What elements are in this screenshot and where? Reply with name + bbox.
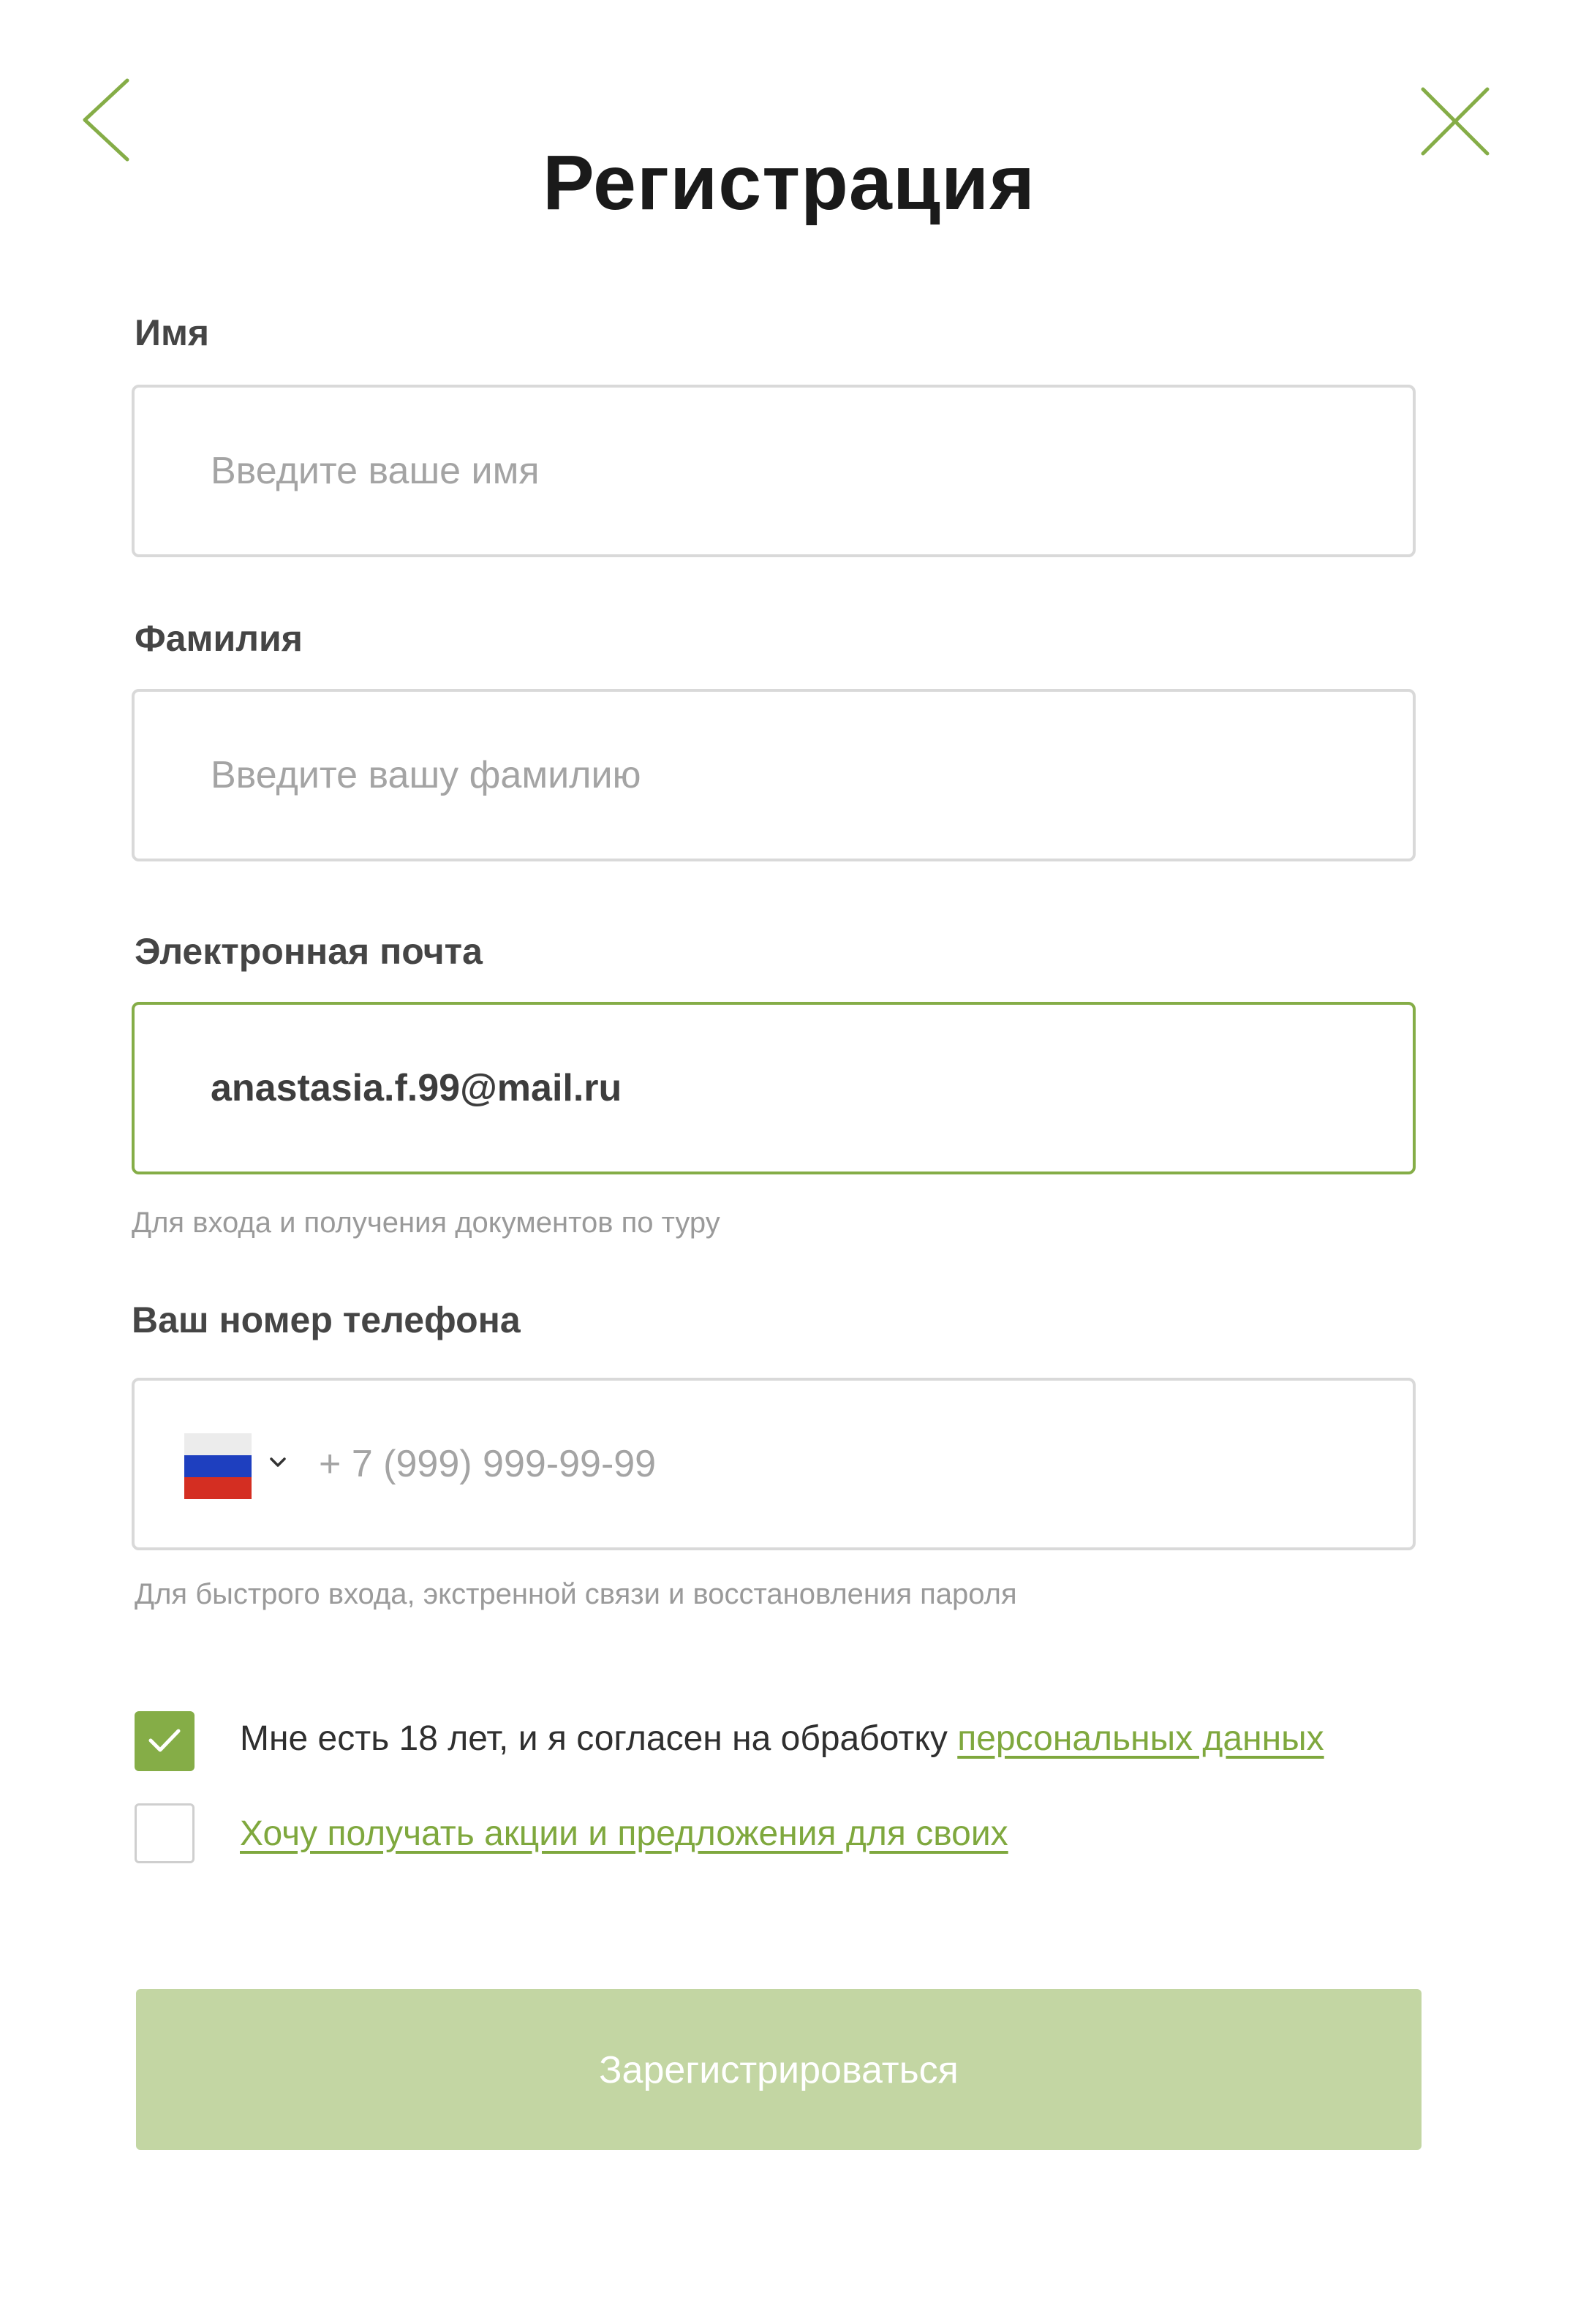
personal-data-link[interactable]: персональных данных — [957, 1719, 1324, 1758]
phone-hint: Для быстрого входа, экстренной связи и в… — [135, 1578, 1017, 1610]
last-name-label: Фамилия — [135, 618, 303, 659]
phone-input[interactable] — [319, 1381, 1343, 1547]
email-input[interactable] — [211, 1005, 1351, 1172]
consent-label: Мне есть 18 лет, и я согласен на обработ… — [240, 1719, 958, 1758]
promo-text: Хочу получать акции и предложения для св… — [240, 1814, 1008, 1854]
checkmark-icon — [148, 1729, 181, 1752]
email-label: Электронная почта — [135, 931, 483, 972]
first-name-field[interactable] — [132, 385, 1416, 557]
page-title: Регистрация — [542, 140, 1036, 226]
email-field[interactable] — [132, 1002, 1416, 1174]
first-name-input[interactable] — [211, 388, 1351, 554]
last-name-field[interactable] — [132, 689, 1416, 861]
consent-text: Мне есть 18 лет, и я согласен на обработ… — [240, 1719, 1324, 1759]
promo-link[interactable]: Хочу получать акции и предложения для св… — [240, 1814, 1008, 1853]
phone-label: Ваш номер телефона — [132, 1299, 521, 1340]
first-name-label: Имя — [135, 312, 210, 353]
register-button[interactable]: Зарегистрироваться — [136, 1989, 1422, 2150]
phone-field[interactable] — [132, 1378, 1416, 1550]
last-name-input[interactable] — [211, 692, 1351, 859]
russia-flag-icon[interactable] — [184, 1433, 252, 1499]
promo-checkbox[interactable] — [135, 1803, 195, 1863]
chevron-down-icon[interactable] — [269, 1457, 287, 1468]
email-hint: Для входа и получения документов по туру — [132, 1207, 720, 1239]
consent-checkbox[interactable] — [135, 1711, 195, 1771]
